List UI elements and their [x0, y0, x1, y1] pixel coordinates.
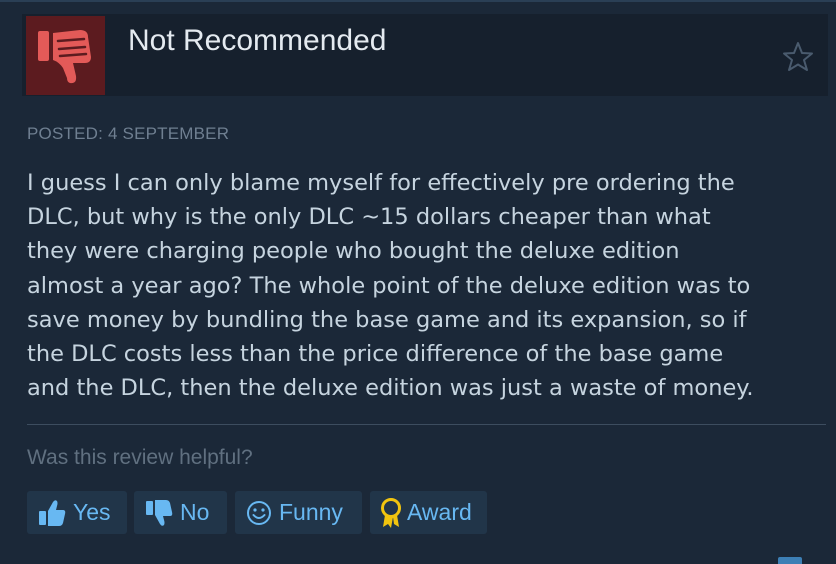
award-button[interactable]: Award	[370, 491, 487, 534]
thumbs-down-icon	[38, 30, 91, 84]
verdict-thumb-box	[26, 16, 105, 95]
award-ribbon-icon	[378, 497, 404, 529]
thumbs-up-icon	[37, 499, 67, 527]
smiley-icon	[245, 499, 273, 527]
divider	[27, 424, 826, 425]
helpful-question: Was this review helpful?	[27, 446, 253, 469]
no-label: No	[180, 499, 210, 525]
favorite-star-button[interactable]	[782, 41, 814, 77]
funny-label: Funny	[279, 499, 343, 525]
posted-date: POSTED: 4 SEPTEMBER	[27, 124, 230, 143]
yes-label: Yes	[73, 499, 111, 525]
no-button[interactable]: No	[134, 491, 227, 534]
top-border	[0, 0, 836, 2]
funny-button[interactable]: Funny	[235, 491, 362, 534]
review-header: Not Recommended	[22, 14, 828, 96]
review-body: I guess I can only blame myself for effe…	[27, 170, 754, 402]
review-verdict: Not Recommended	[128, 24, 387, 57]
corner-tab	[778, 557, 802, 564]
star-icon	[783, 42, 813, 71]
thumbs-down-icon	[144, 499, 174, 527]
yes-button[interactable]: Yes	[27, 491, 127, 534]
award-label: Award	[407, 499, 472, 525]
